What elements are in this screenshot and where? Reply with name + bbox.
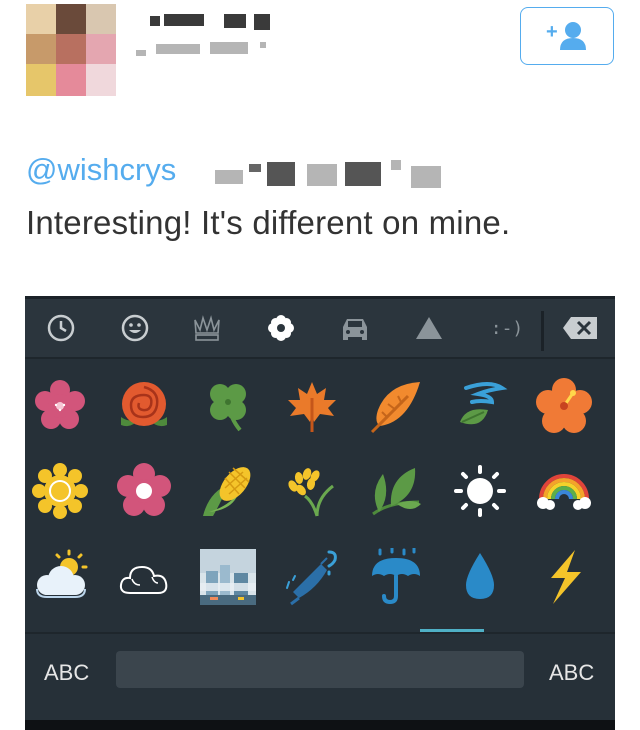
sun-behind-cloud-icon — [30, 547, 90, 607]
rose-icon — [114, 376, 174, 436]
triangle-icon — [413, 312, 445, 344]
lightning-icon — [534, 547, 594, 607]
avatar[interactable] — [26, 4, 116, 96]
redacted-mention — [215, 160, 475, 190]
follow-button[interactable]: + — [520, 7, 614, 65]
emoji-grid — [25, 359, 615, 629]
leaf-in-wind-icon — [450, 376, 510, 436]
svg-text:+: + — [546, 21, 558, 43]
tweet-text: Interesting! It's different on mine. — [26, 204, 511, 241]
corn-icon — [198, 461, 258, 521]
abc-key-right: ABC — [549, 660, 595, 685]
four-leaf-clover-icon — [198, 376, 258, 436]
emoticon-text-icon: :-) — [490, 317, 524, 339]
reply-mention[interactable]: @wishcrys — [26, 152, 176, 188]
keyboard-bottom-edge — [25, 720, 615, 730]
recent-icon — [45, 312, 77, 344]
fallen-leaf-icon — [366, 376, 426, 436]
umbrella-with-rain-icon — [366, 547, 426, 607]
foggy-city-icon — [198, 547, 258, 607]
sunflower-icon — [30, 461, 90, 521]
hibiscus-icon — [534, 376, 594, 436]
flower-icon — [265, 312, 297, 344]
car-icon — [339, 312, 371, 344]
rainbow-icon — [534, 461, 594, 521]
rice-plant-icon — [282, 461, 342, 521]
category-separator — [541, 311, 544, 351]
closed-umbrella-icon — [282, 547, 342, 607]
cloud-icon — [114, 547, 174, 607]
sun-icon — [450, 461, 510, 521]
smiley-icon — [119, 312, 151, 344]
emoji-category-bar: :-) — [25, 299, 615, 357]
add-user-icon: + — [546, 21, 586, 50]
spacebar — [116, 651, 524, 688]
herb-icon — [366, 461, 426, 521]
redacted-username — [136, 42, 266, 56]
abc-key-left: ABC — [44, 660, 90, 685]
crown-icon — [191, 312, 223, 344]
backspace-icon — [561, 312, 601, 344]
cherry-blossom-icon — [30, 376, 90, 436]
maple-leaf-icon — [282, 376, 342, 436]
blossom-icon — [114, 461, 174, 521]
emoji-keyboard-image: :-) ABC ABC — [25, 296, 615, 730]
droplet-icon — [450, 547, 510, 607]
keyboard-bottom-divider — [25, 632, 615, 634]
redacted-display-name — [136, 14, 276, 30]
